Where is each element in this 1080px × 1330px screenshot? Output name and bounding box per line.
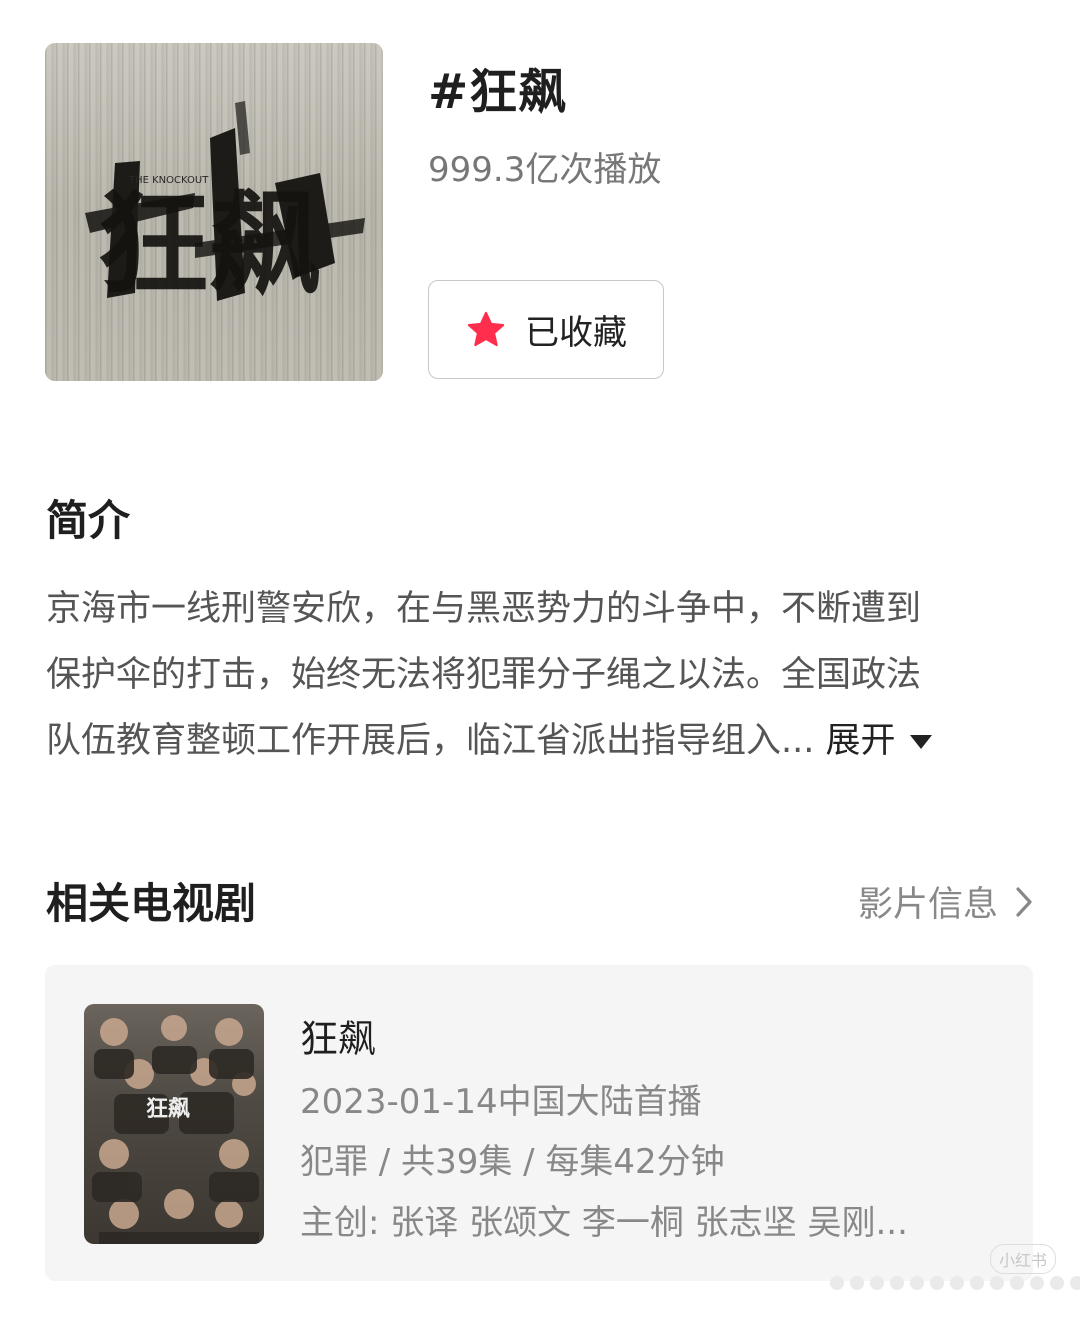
show-premiere: 2023-01-14中国大陆首播 bbox=[300, 1082, 702, 1122]
movie-info-label: 影片信息 bbox=[857, 885, 998, 925]
play-count: 999.3亿次播放 bbox=[428, 150, 662, 190]
decorative-dots bbox=[830, 1276, 1080, 1290]
poster-title: 狂飙 bbox=[146, 1097, 190, 1122]
chevron-right-icon bbox=[1016, 886, 1032, 917]
movie-info-link[interactable]: 影片信息 bbox=[858, 876, 1034, 927]
poster-art: 狂飙 bbox=[92, 1015, 259, 1244]
triangle-down-icon bbox=[909, 735, 932, 749]
cover-art: THE KNOCKOUT 狂飙 bbox=[85, 101, 365, 310]
show-poster[interactable]: 狂飙 bbox=[84, 1004, 264, 1244]
show-meta: 犯罪 / 共39集 / 每集42分钟 bbox=[300, 1142, 725, 1182]
intro-line: 队伍教育整顿工作开展后，临江省派出指导组入... 展开 bbox=[46, 708, 1041, 774]
intro-heading: 简介 bbox=[46, 496, 131, 545]
intro-line: 保护伞的打击，始终无法将犯罪分子绳之以法。全国政法 bbox=[46, 655, 922, 695]
collect-label: 已收藏 bbox=[525, 313, 627, 353]
watermark-logo: 小红书 bbox=[990, 1244, 1057, 1274]
collect-button[interactable]: 已收藏 bbox=[428, 280, 664, 379]
intro-text: 京海市一线刑警安欣，在与黑恶势力的斗争中，不断遭到 保护伞的打击，始终无法将犯罪… bbox=[46, 576, 1041, 774]
show-title: 狂飙 bbox=[300, 1017, 377, 1061]
cover-image[interactable]: THE KNOCKOUT 狂飙 bbox=[45, 43, 383, 381]
star-icon bbox=[467, 311, 505, 346]
expand-button[interactable]: 展开 bbox=[826, 721, 932, 761]
related-heading: 相关电视剧 bbox=[46, 879, 257, 928]
page-title: #狂飙 bbox=[428, 64, 568, 120]
expand-label: 展开 bbox=[825, 721, 896, 761]
intro-line-text: 队伍教育整顿工作开展后，临江省派出指导组入... bbox=[46, 721, 826, 761]
intro-line: 京海市一线刑警安欣，在与黑恶势力的斗争中，不断遭到 bbox=[46, 589, 922, 629]
show-creators: 主创: 张译 张颂文 李一桐 张志坚 吴刚... bbox=[300, 1203, 908, 1243]
cover-title: 狂飙 bbox=[97, 180, 321, 310]
